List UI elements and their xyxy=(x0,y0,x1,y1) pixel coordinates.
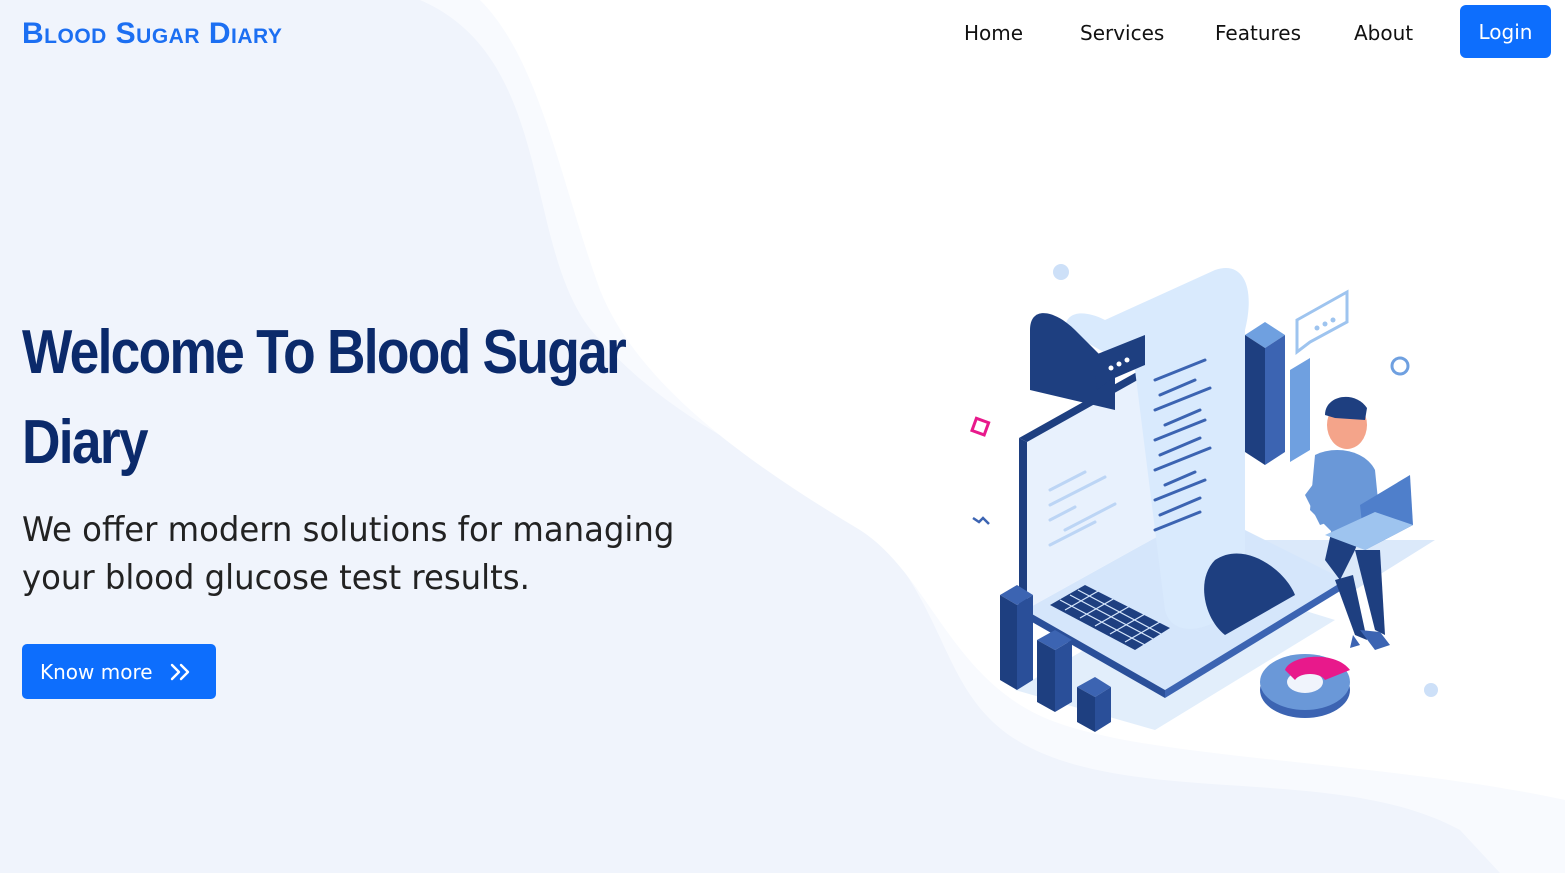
know-more-label: Know more xyxy=(40,659,153,684)
nav-link-home[interactable]: Home xyxy=(964,18,1023,48)
nav-link-features[interactable]: Features xyxy=(1215,18,1301,48)
double-chevron-right-icon xyxy=(169,662,193,682)
know-more-button[interactable]: Know more xyxy=(22,644,216,699)
isometric-illustration xyxy=(970,264,1438,732)
brand-logo[interactable]: Blood Sugar Diary xyxy=(22,17,282,51)
hero-title: Welcome To Blood Sugar Diary xyxy=(22,318,627,477)
nav-link-services[interactable]: Services xyxy=(1080,18,1164,48)
login-button[interactable]: Login xyxy=(1460,5,1551,58)
hero-subtitle: We offer modern solutions for managing y… xyxy=(22,510,675,598)
nav-link-about[interactable]: About xyxy=(1354,18,1413,48)
landing-page: Blood Sugar Diary Home Services Features… xyxy=(0,0,1565,873)
navbar: Blood Sugar Diary Home Services Features… xyxy=(0,0,1565,68)
